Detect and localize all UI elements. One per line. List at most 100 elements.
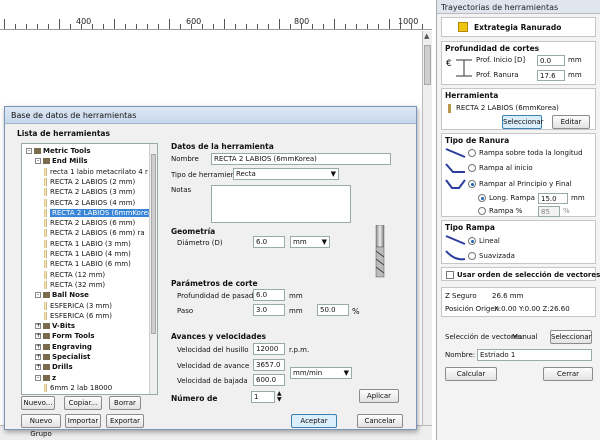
export-button[interactable]: Exportar [106,414,144,428]
tree-tool-item[interactable]: RECTA 2 LABIOS (2 mm) [44,177,135,187]
ramp-length-input[interactable]: 15.0 [538,193,568,204]
ramp-percent-unit: % [563,207,570,215]
z-safe-value: 26.6 mm [492,292,524,300]
ramp-length-label: Long. Rampa [489,194,535,202]
tree-tool-item[interactable]: RECTA 1 LABIO (4 mm) [44,249,131,259]
tree-tool-item[interactable]: ESFERICA (6 mm) [44,311,112,321]
select-tool-button[interactable]: Seleccionar [502,115,544,129]
vertical-scrollbar[interactable]: ▲ [422,31,432,425]
slot-depth-input[interactable]: 17.6 [537,70,565,81]
import-button[interactable]: Importar [65,414,101,428]
feed-rate-input[interactable]: 3657.0 [253,359,285,371]
tree-folder[interactable]: + V-Bits [35,321,75,331]
tree-folder[interactable]: - End Mills [35,156,88,166]
slot-option-both-radio[interactable] [468,180,476,188]
ruler-tick [224,19,225,29]
end-mill-icon [44,177,47,186]
edit-tool-button[interactable]: Editar [552,115,590,129]
plunge-rate-input[interactable]: 600.0 [253,374,285,386]
ramp-linear-radio[interactable] [468,237,476,245]
folder-icon [43,158,50,165]
expand-icon[interactable]: + [35,364,41,371]
calculate-button[interactable]: Calcular [445,367,497,381]
tree-folder[interactable]: + Form Tools [35,331,95,341]
expand-icon[interactable]: + [35,354,41,360]
ruler-tick [191,24,192,29]
tree-tool-item[interactable]: RECTA (12 mm) [44,270,105,280]
diameter-label: Diámetro (D) [177,239,223,247]
close-button[interactable]: Cerrar [543,367,593,381]
new-tool-button[interactable]: Nuevo... [21,396,55,410]
slot-option-start-radio[interactable] [468,164,476,172]
slot-option-full-radio[interactable] [468,149,476,157]
tree-item-label: RECTA 2 LABIOS (6mmKorea) [50,208,157,217]
expand-icon[interactable]: + [35,343,41,350]
end-mill-icon [44,208,47,217]
delete-tool-button[interactable]: Borrar [109,396,141,410]
scroll-thumb[interactable] [424,45,431,85]
accept-button[interactable]: Aceptar [291,414,337,428]
expand-icon[interactable]: + [35,333,41,340]
tree-folder[interactable]: + Drills [35,362,73,372]
ruler-tick [301,24,302,29]
tree-folder[interactable]: - Ball Nose [35,290,89,300]
cancel-button[interactable]: Cancelar [357,414,403,428]
flutes-input[interactable]: 1 [251,391,275,403]
ramp-percent-radio[interactable] [478,207,486,215]
tree-tool-item[interactable]: RECTA 2 LABIOS (6mmKorea) [44,208,157,218]
tool-type-select[interactable]: Recta ▼ [233,168,339,180]
stepover-percent-input[interactable]: 50.0 [317,304,349,316]
flutes-spinner-icon[interactable]: ▲ ▼ [277,391,282,403]
stepover-input[interactable]: 3.0 [253,304,285,316]
notes-textarea[interactable] [211,185,351,223]
ramp-smooth-label: Suavizada [479,252,515,260]
tool-heading: Herramienta [445,91,499,100]
spindle-speed-input[interactable]: 12000 [253,343,285,355]
diameter-unit-select[interactable]: mm ▼ [290,236,330,248]
tool-tree[interactable]: - Metric Tools - End Mills recta 1 labio met… [21,143,158,395]
toolpath-name-input[interactable]: Estriado 1 [477,349,592,361]
tree-tool-item[interactable]: 6mm 2 lab 18000 [44,383,112,393]
apply-button[interactable]: Aplicar [359,389,399,403]
new-group-button[interactable]: Nuevo Grupo [21,414,61,438]
collapse-icon[interactable]: - [35,158,41,165]
collapse-icon[interactable]: - [35,374,41,381]
rate-unit-select[interactable]: mm/min ▼ [290,367,352,379]
ruler-tick [92,24,93,29]
tree-tool-item[interactable]: recta 1 labio metacrilato 4 r [44,167,148,177]
cut-depth-input[interactable]: 6.0 [253,289,285,301]
ramp-percent-input[interactable]: 85 [538,206,560,217]
collapse-icon[interactable]: - [35,292,41,299]
diameter-input[interactable]: 6.0 [253,236,285,248]
tree-tool-item[interactable]: RECTA 2 LABIOS (6 mm) [44,218,135,228]
expand-icon[interactable]: + [35,323,41,330]
tree-tool-item[interactable]: RECTA 1 LABIO (3 mm) [44,239,131,249]
tree-tool-item[interactable]: RECTA 2 LABIOS (6 mm) ra [44,228,145,238]
ruler-tick [180,24,181,29]
ramp-smooth-radio[interactable] [468,252,476,260]
vector-order-checkbox[interactable] [446,271,454,279]
tree-folder[interactable]: -z [35,373,56,383]
tree-tool-item[interactable]: RECTA 1 LABIO (6 mm) [44,259,131,269]
ruler-tick [290,24,291,29]
collapse-icon[interactable]: - [26,148,32,154]
tool-name-input[interactable]: RECTA 2 LABIOS (6mmKorea) [211,153,391,165]
ruler-tick [15,24,16,29]
scroll-up-icon[interactable]: ▲ [424,32,429,40]
tree-tool-item[interactable]: RECTA 2 LABIOS (4 mm) [44,198,135,208]
tree-folder[interactable]: + Engraving [35,342,92,352]
ruler-tick [48,24,49,29]
select-vectors-button[interactable]: Seleccionar [550,330,592,344]
tree-tool-item[interactable]: RECTA 2 LABIOS (3 mm) [44,187,135,197]
start-depth-input[interactable]: 0.0 [537,55,565,66]
tree-scroll-thumb[interactable] [151,154,156,334]
ramp-length-radio[interactable] [478,194,486,202]
tree-tool-item[interactable]: RECTA (32 mm) [44,280,105,290]
copy-tool-button[interactable]: Copiar... [64,396,102,410]
ruler-tick [125,24,126,29]
tree-folder[interactable]: - Metric Tools [26,146,91,156]
tree-tool-item[interactable]: ESFERICA (3 mm) [44,301,112,311]
tree-folder[interactable]: + Specialist [35,352,90,362]
tree-item-label: RECTA 2 LABIOS (2 mm) [50,177,136,186]
tree-scrollbar[interactable] [149,144,157,394]
